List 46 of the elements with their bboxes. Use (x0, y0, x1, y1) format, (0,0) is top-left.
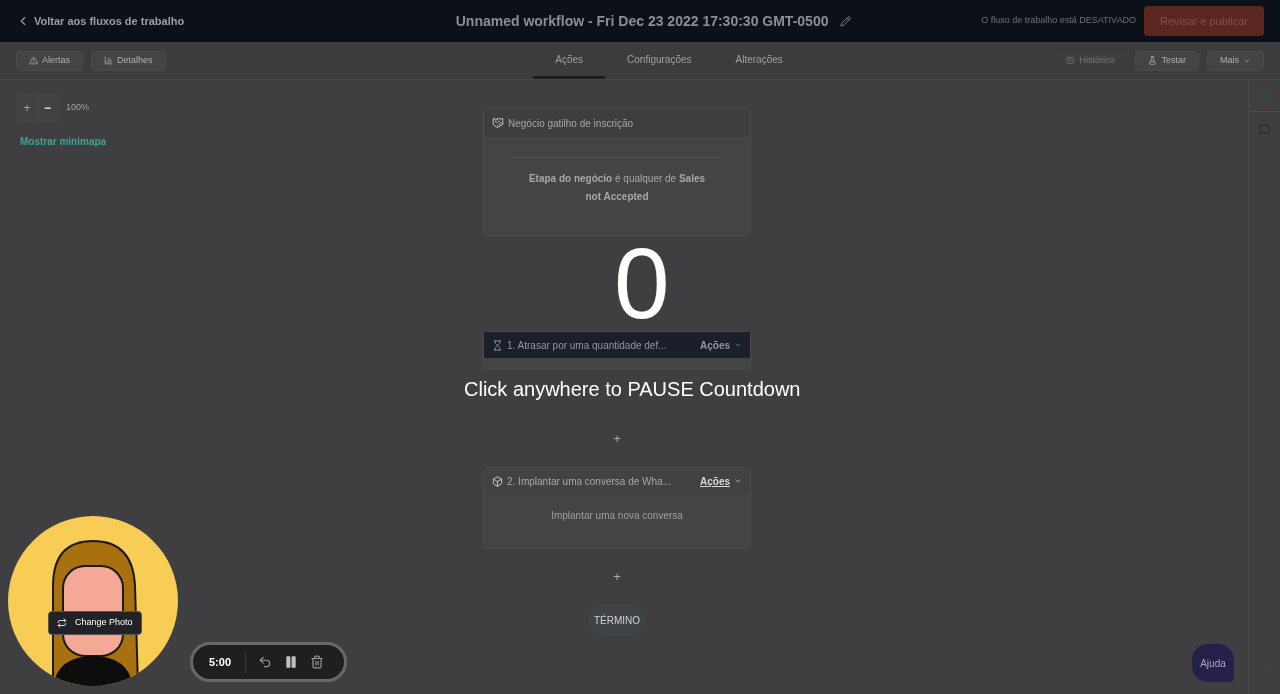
action-title: 2. Implantar uma conversa de Wha... (507, 474, 672, 489)
undo-icon[interactable] (258, 655, 272, 669)
action-card[interactable]: 1. Atrasar por uma quantidade def... Ações (483, 331, 751, 369)
change-photo-button[interactable]: Change Photo (48, 611, 142, 635)
back-link[interactable]: Voltar aos fluxos de trabalho (16, 12, 416, 30)
pause-icon[interactable] (284, 655, 298, 669)
caret-icon (734, 341, 742, 349)
actions-menu[interactable]: Ações (700, 337, 742, 353)
zoom-out-button[interactable]: − (37, 95, 57, 121)
bar-chart-icon (104, 56, 113, 65)
action-card[interactable]: 2. Implantar uma conversa de Wha... Ações Implantar uma nova conversa (483, 467, 751, 549)
trigger-card[interactable]: Negócio gatilho de inscrição Etapa do negócio é qualquer de Sales not Accepted (483, 108, 751, 236)
history-icon (1066, 56, 1076, 65)
trigger-condition: Etapa do negócio é qualquer de Sales not Accepted (527, 172, 707, 204)
toolbar-button[interactable]: Mais (1207, 50, 1264, 71)
action-description: Implantar uma nova conversa (550, 509, 684, 523)
countdown-hint: Click anywhere to PAUSE Countdown (464, 377, 801, 402)
warning-icon (29, 56, 38, 65)
timer: 5:00 (209, 654, 233, 670)
hourglass-icon (492, 339, 503, 351)
toolbar-button[interactable]: Testar (1135, 50, 1199, 71)
swap-icon (57, 618, 67, 628)
toolbar-button[interactable]: Alertas (16, 50, 83, 71)
zoom-level: 100% (66, 101, 90, 115)
add-step-button[interactable]: + (605, 563, 629, 591)
workflow-title: Unnamed workflow - Fri Dec 23 2022 17:30:30 GMT-0500 (455, 11, 829, 31)
trash-icon[interactable] (310, 655, 324, 669)
workflow-status: O fluxo de trabalho está DESATIVADO (981, 14, 1136, 28)
action-title: 1. Atrasar por uma quantidade def... (507, 338, 668, 353)
tab[interactable]: Configurações (605, 42, 714, 79)
trigger-title: Negócio gatilho de inscrição (508, 116, 634, 131)
toolbar-button[interactable]: Detalhes (91, 50, 166, 71)
help-button[interactable]: Ajuda (1192, 644, 1234, 682)
zoom-in-button[interactable]: + (17, 95, 37, 121)
add-step-button[interactable]: + (605, 425, 629, 453)
end-node[interactable]: TÉRMINO (589, 605, 645, 635)
cube-icon (492, 475, 503, 487)
caret-icon (734, 477, 742, 485)
flask-icon (1148, 56, 1158, 65)
tab[interactable]: Ações (533, 42, 606, 79)
handshake-icon (492, 117, 504, 129)
actions-menu[interactable]: Ações (700, 473, 742, 489)
minimap-link[interactable]: Mostrar minimapa (20, 134, 107, 149)
countdown-number: 0 (614, 236, 670, 330)
edit-icon[interactable] (840, 15, 852, 27)
tab[interactable]: Alterações (713, 42, 805, 79)
